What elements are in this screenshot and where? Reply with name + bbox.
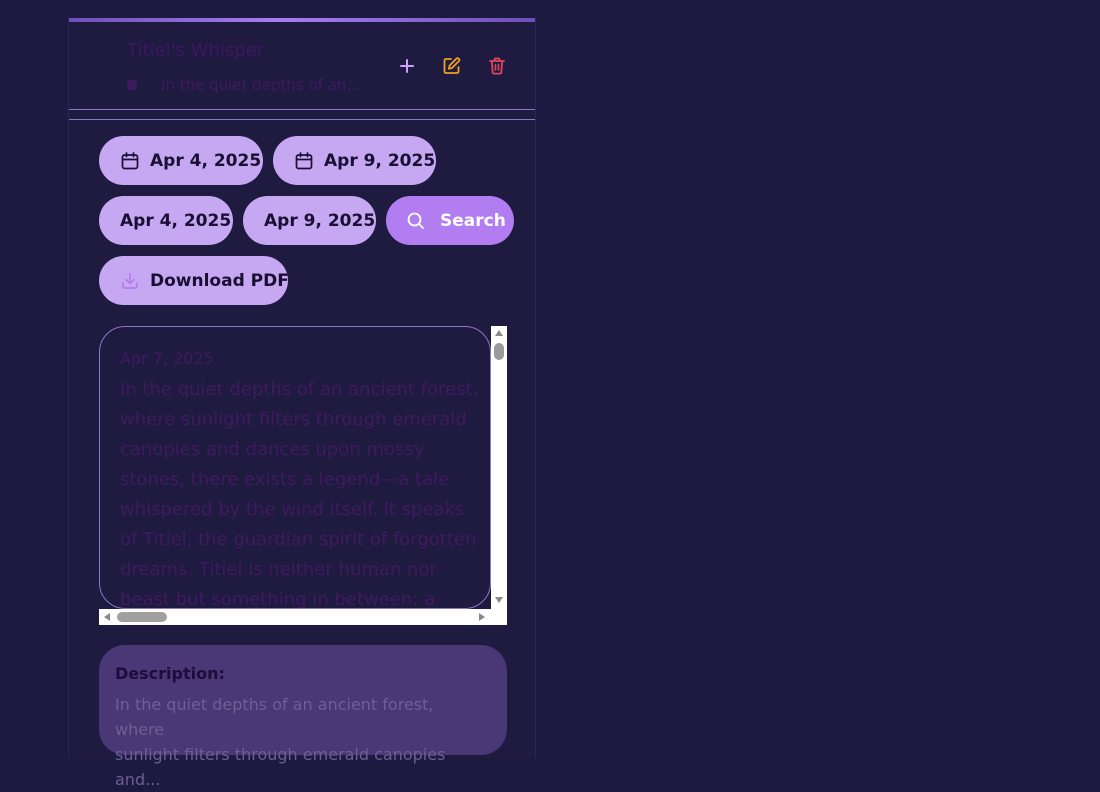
description-text: In the quiet depths of an ancient forest…	[115, 692, 485, 792]
entry-preview-row: In the quiet depths of an...	[127, 76, 361, 94]
entry-body-line: beast but something in between: a	[120, 589, 436, 609]
scrollbar-corner	[491, 609, 507, 625]
entry-textarea[interactable]: Apr 7, 2025 In the quiet depths of an an…	[99, 326, 491, 609]
scroll-down-arrow-icon[interactable]	[495, 597, 503, 603]
search-icon	[407, 212, 424, 229]
description-card: Description: In the quiet depths of an a…	[99, 645, 507, 789]
search-button[interactable]: Search	[386, 196, 514, 245]
start-date-picker[interactable]: Apr 4, 2025	[99, 136, 263, 185]
edit-button[interactable]	[440, 54, 464, 78]
start-date-chip-label: Apr 4, 2025	[120, 210, 232, 231]
start-date-label: Apr 4, 2025	[150, 150, 262, 171]
end-date-label: Apr 9, 2025	[324, 150, 436, 171]
plus-icon	[400, 59, 414, 73]
entry-body-line: stones, there exists a legend—a tale	[120, 469, 450, 490]
calendar-icon	[121, 151, 139, 169]
entry-body-line: dreams. Titiel is neither human nor	[120, 559, 437, 580]
horizontal-scrollbar[interactable]	[99, 609, 491, 625]
scroll-right-arrow-icon[interactable]	[479, 613, 485, 621]
download-pdf-button[interactable]: Download PDF	[99, 256, 289, 305]
description-line: sunlight filters through emerald canopie…	[115, 745, 446, 789]
delete-button[interactable]	[485, 54, 509, 78]
vertical-scrollbar[interactable]	[491, 326, 507, 609]
section-divider	[69, 119, 535, 120]
entry-header[interactable]: Titiel's Whisper In the quiet depths of …	[69, 22, 535, 110]
add-button[interactable]	[395, 54, 419, 78]
end-date-picker[interactable]: Apr 9, 2025	[273, 136, 436, 185]
entry-body-line: canopies and dances upon mossy	[120, 439, 425, 460]
start-date-chip[interactable]: Apr 4, 2025	[99, 196, 233, 245]
entry-body-line: of Titiel, the guardian spirit of forgot…	[120, 529, 477, 550]
download-icon	[122, 272, 138, 289]
entry-textarea-wrap: Apr 7, 2025 In the quiet depths of an an…	[99, 326, 507, 625]
edit-icon	[443, 57, 461, 74]
end-date-chip-label: Apr 9, 2025	[264, 210, 376, 231]
trash-icon	[489, 57, 505, 75]
vertical-scroll-thumb[interactable]	[494, 343, 504, 360]
entry-title: Titiel's Whisper	[127, 40, 265, 61]
entry-preview-text: In the quiet depths of an...	[161, 76, 361, 94]
journal-panel: Titiel's Whisper In the quiet depths of …	[68, 18, 536, 789]
entry-bullet-icon	[127, 80, 137, 90]
entry-date: Apr 7, 2025	[120, 349, 214, 368]
entry-body-line: whispered by the wind itself. It speaks	[120, 499, 465, 520]
scroll-left-arrow-icon[interactable]	[104, 613, 110, 621]
entry-body-line: where sunlight filters through emerald	[120, 409, 467, 430]
end-date-chip[interactable]: Apr 9, 2025	[243, 196, 376, 245]
entry-body-line: In the quiet depths of an ancient forest…	[120, 379, 479, 400]
search-button-label: Search	[440, 210, 506, 231]
download-pdf-label: Download PDF	[150, 270, 289, 291]
description-label: Description:	[115, 664, 225, 683]
entry-body: In the quiet depths of an ancient forest…	[120, 375, 480, 609]
calendar-icon	[295, 151, 313, 169]
description-line: In the quiet depths of an ancient forest…	[115, 695, 434, 739]
scroll-up-arrow-icon[interactable]	[495, 330, 503, 336]
horizontal-scroll-thumb[interactable]	[117, 612, 167, 622]
